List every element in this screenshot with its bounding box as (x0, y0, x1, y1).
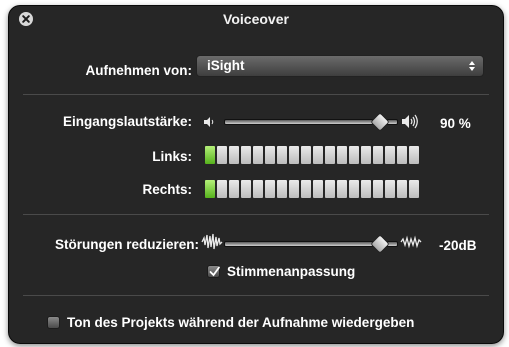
right-channel-label: Rechts: (142, 182, 192, 197)
play-project-audio-checkbox[interactable] (47, 316, 60, 329)
meter-segment (385, 146, 395, 164)
meter-segment (265, 146, 275, 164)
record-from-value: iSight (207, 58, 245, 73)
meter-segment (337, 146, 347, 164)
meter-segment (205, 180, 215, 198)
input-level-slider-knob[interactable] (369, 112, 390, 132)
input-level-value: 90 % (440, 116, 471, 131)
left-channel-label: Links: (152, 149, 192, 164)
meter-segment (217, 146, 227, 164)
meter-segment (397, 180, 407, 198)
noise-low-icon (201, 233, 223, 250)
voiceover-window: Voiceover Aufnehmen von: iSight Eingangs… (8, 5, 504, 344)
noise-reduction-slider-knob[interactable] (369, 234, 390, 254)
meter-segment (229, 180, 239, 198)
meter-segment (289, 146, 299, 164)
popup-arrows-icon (469, 61, 475, 71)
meter-segment (337, 180, 347, 198)
meter-segment (325, 180, 335, 198)
meter-segment (313, 146, 323, 164)
record-from-popup[interactable]: iSight (196, 55, 484, 77)
noise-high-icon (400, 235, 422, 249)
voice-enhance-label: Stimmenanpassung (227, 264, 356, 279)
speaker-high-icon (402, 114, 418, 129)
voice-enhance-checkbox[interactable] (207, 265, 220, 278)
meter-segment (241, 146, 251, 164)
meter-segment (253, 146, 263, 164)
meter-segment (277, 180, 287, 198)
speaker-low-icon (204, 117, 214, 127)
meter-segment (385, 180, 395, 198)
separator (23, 214, 489, 215)
close-icon (22, 15, 30, 23)
meter-segment (241, 180, 251, 198)
meter-segment (253, 180, 263, 198)
meter-segment (373, 146, 383, 164)
separator (23, 295, 489, 296)
meter-segment (301, 180, 311, 198)
meter-segment (289, 180, 299, 198)
noise-reduction-value: -20dB (439, 238, 477, 253)
meter-segment (313, 180, 323, 198)
separator (23, 94, 489, 95)
meter-segment (265, 180, 275, 198)
meter-segment (361, 180, 371, 198)
right-channel-meter (205, 180, 419, 198)
noise-reduction-slider[interactable] (224, 234, 398, 254)
window-title: Voiceover (223, 11, 289, 27)
record-from-label: Aufnehmen von: (85, 63, 193, 78)
input-level-slider[interactable] (224, 112, 398, 132)
meter-segment (373, 180, 383, 198)
meter-segment (277, 146, 287, 164)
checkmark-icon (209, 266, 220, 277)
meter-segment (301, 146, 311, 164)
meter-segment (409, 180, 419, 198)
meter-segment (325, 146, 335, 164)
meter-segment (349, 180, 359, 198)
close-button[interactable] (19, 12, 33, 26)
input-level-label: Eingangslautstärke: (62, 114, 192, 129)
left-channel-meter (205, 146, 419, 164)
meter-segment (217, 180, 227, 198)
meter-segment (349, 146, 359, 164)
title-bar: Voiceover (9, 6, 503, 32)
meter-segment (205, 146, 215, 164)
meter-segment (229, 146, 239, 164)
play-project-audio-label: Ton des Projekts während der Aufnahme wi… (67, 315, 415, 330)
meter-segment (361, 146, 371, 164)
meter-segment (409, 146, 419, 164)
noise-reduction-label: Störungen reduzieren: (54, 237, 199, 252)
meter-segment (397, 146, 407, 164)
